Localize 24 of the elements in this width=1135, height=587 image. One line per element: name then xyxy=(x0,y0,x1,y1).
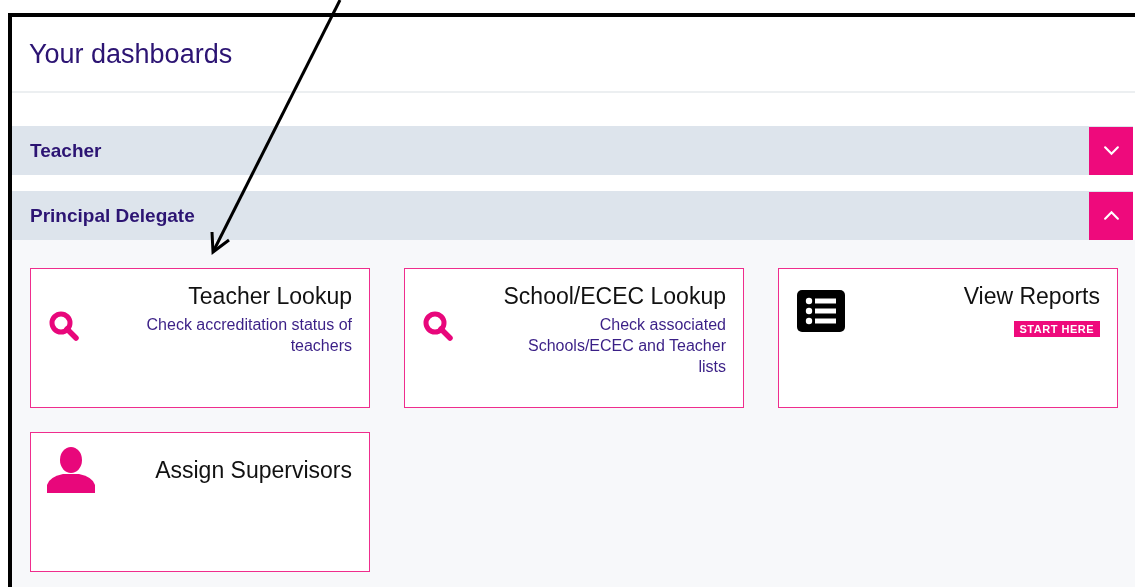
list-icon xyxy=(797,290,845,332)
card-title: School/ECEC Lookup xyxy=(503,283,726,310)
section-header[interactable]: Teacher xyxy=(12,126,1133,175)
search-icon xyxy=(47,309,81,343)
card-title: View Reports xyxy=(963,283,1100,310)
start-here-tag[interactable]: START HERE xyxy=(1013,321,1100,337)
section-label: Principal Delegate xyxy=(30,204,195,227)
search-icon xyxy=(421,309,455,343)
section-label: Teacher xyxy=(30,139,102,162)
dashboard-card[interactable]: Assign Supervisors xyxy=(30,432,370,572)
chevron-up-icon xyxy=(1102,210,1120,221)
chevron-down-icon xyxy=(1102,145,1120,156)
card-title: Teacher Lookup xyxy=(188,283,352,310)
expand-toggle-button[interactable] xyxy=(1089,126,1133,175)
card-description: Check accreditation status of teachers xyxy=(145,315,352,356)
dashboard-card[interactable]: School/ECEC Lookup Check associated Schools/ECEC and Teacher lists xyxy=(404,268,744,408)
section-header[interactable]: Principal Delegate xyxy=(12,191,1133,240)
card-title: Assign Supervisors xyxy=(155,457,352,484)
dashboard-card[interactable]: View Reports START HERE xyxy=(778,268,1118,408)
dashboard-card[interactable]: Teacher Lookup Check accreditation status of teachers xyxy=(30,268,370,408)
page-title: Your dashboards xyxy=(29,38,233,70)
person-icon xyxy=(47,447,95,493)
expand-toggle-button[interactable] xyxy=(1089,191,1133,240)
card-description: Check associated Schools/ECEC and Teacher lists xyxy=(526,315,726,377)
